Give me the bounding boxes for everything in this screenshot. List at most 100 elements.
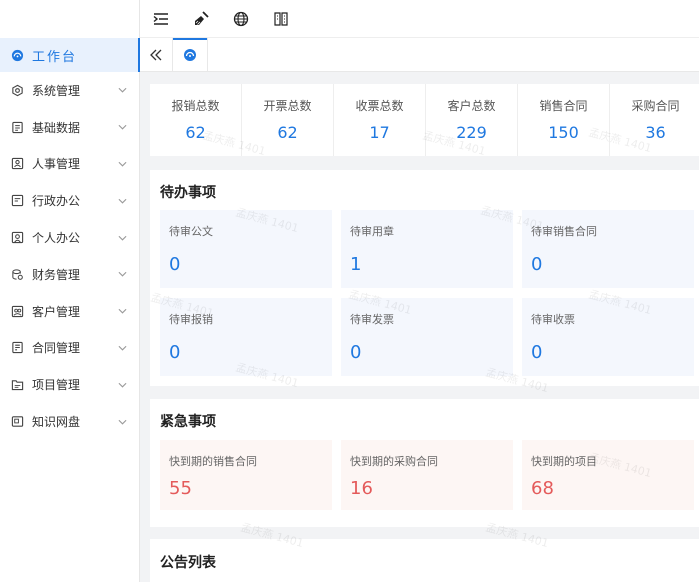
tile-value: 1 — [350, 254, 362, 275]
chevron-down-icon — [118, 125, 127, 130]
stats-bar: 报销总数 62 开票总数 62 收票总数 17 客户总数 229 销售合同 150 采购合… — [150, 84, 699, 156]
stat-label: 销售合同 — [539, 99, 588, 113]
tab-dashboard[interactable] — [172, 37, 208, 72]
sidebar-item-label: 项目管理 — [32, 378, 81, 393]
stat-value: 17 — [369, 123, 390, 142]
todo-card: 待办事项 待审公文 0 待审用章 1 待审销售合同 0 待审报销 0 待审发票 0 待审收… — [150, 170, 699, 386]
personnel-icon — [10, 157, 24, 171]
urgent-tile[interactable]: 快到期的项目 68 — [522, 440, 694, 510]
tile-label: 待审收票 — [531, 313, 575, 326]
finance-icon — [10, 267, 24, 281]
sidebar-item-dashboard[interactable]: 工作台 — [0, 38, 140, 72]
todo-title: 待办事项 — [160, 185, 216, 201]
stat-label: 报销总数 — [171, 99, 220, 113]
chevron-down-icon — [118, 235, 127, 241]
tile-value: 0 — [169, 342, 181, 363]
stat-value: 150 — [548, 123, 579, 142]
sidebar-item-personal-office[interactable]: 个人办公 — [0, 219, 139, 256]
todo-tile[interactable]: 待审公文 0 — [160, 210, 332, 288]
contract-icon — [10, 341, 24, 355]
stat-purchase-contracts[interactable]: 采购合同 36 — [610, 84, 699, 156]
project-icon — [10, 378, 24, 392]
todo-tile[interactable]: 待审报销 0 — [160, 298, 332, 376]
stat-label: 采购合同 — [631, 99, 680, 113]
tile-label: 快到期的销售合同 — [169, 455, 257, 468]
sidebar-item-personnel[interactable]: 人事管理 — [0, 146, 139, 183]
urgent-card: 紧急事项 快到期的销售合同 55 快到期的采购合同 16 快到期的项目 68 — [150, 399, 699, 527]
urgent-tile[interactable]: 快到期的销售合同 55 — [160, 440, 332, 510]
sidebar-item-label: 系统管理 — [32, 83, 81, 98]
tile-label: 快到期的项目 — [531, 455, 597, 468]
stat-label: 客户总数 — [447, 99, 496, 113]
sidebar-item-customer[interactable]: 客户管理 — [0, 293, 139, 330]
tile-value: 0 — [531, 342, 543, 363]
sidebar-item-admin-office[interactable]: 行政办公 — [0, 182, 139, 219]
chevron-down-icon — [118, 161, 127, 167]
sidebar-item-knowledge-disk[interactable]: 知识网盘 — [0, 403, 139, 440]
tile-label: 待审用章 — [350, 225, 394, 238]
todo-tile[interactable]: 待审用章 1 — [341, 210, 513, 288]
tile-value: 0 — [531, 254, 543, 275]
top-toolbar — [140, 0, 699, 38]
sidebar: 工作台 系统管理 基础数据 人事管理 行政办公 个人办公 财务管理 客户管理 合… — [0, 0, 140, 582]
sidebar-item-label: 工作台 — [32, 49, 78, 65]
tile-label: 待审销售合同 — [531, 225, 597, 238]
notice-title: 公告列表 — [160, 555, 216, 571]
tile-label: 待审公文 — [169, 225, 213, 238]
dashboard-icon — [184, 48, 196, 61]
sidebar-item-label: 合同管理 — [32, 341, 81, 356]
todo-tile[interactable]: 待审发票 0 — [341, 298, 513, 376]
sidebar-item-label: 财务管理 — [32, 267, 81, 282]
base-data-icon — [10, 120, 24, 134]
sidebar-item-finance[interactable]: 财务管理 — [0, 256, 139, 293]
stat-invoice-total[interactable]: 开票总数 62 — [242, 84, 334, 156]
sidebar-item-system[interactable]: 系统管理 — [0, 72, 139, 109]
chevron-down-icon — [118, 345, 127, 351]
dashboard-icon — [10, 48, 24, 62]
notice-card: 公告列表 — [150, 539, 699, 582]
sidebar-item-label: 基础数据 — [32, 120, 81, 135]
chevron-down-icon — [118, 308, 127, 314]
clear-cache-broom-icon[interactable] — [192, 10, 210, 28]
chevron-down-icon — [118, 382, 127, 388]
sidebar-item-project[interactable]: 项目管理 — [0, 366, 139, 403]
sidebar-item-label: 知识网盘 — [32, 415, 81, 430]
main-content: 报销总数 62 开票总数 62 收票总数 17 客户总数 229 销售合同 150 采购合… — [140, 72, 699, 582]
stat-label: 开票总数 — [263, 99, 312, 113]
stat-reimbursement-total[interactable]: 报销总数 62 — [150, 84, 242, 156]
chevron-down-icon — [118, 198, 127, 204]
sidebar-item-label: 个人办公 — [32, 231, 81, 246]
tabs-bar — [140, 37, 699, 72]
chevron-down-icon — [118, 272, 127, 277]
admin-office-icon — [10, 194, 24, 208]
tile-label: 待审报销 — [169, 313, 213, 326]
sidebar-item-label: 客户管理 — [32, 304, 81, 319]
fullscreen-book-icon[interactable] — [272, 10, 290, 28]
stat-value: 62 — [277, 123, 298, 142]
menu-fold-icon[interactable] — [152, 10, 170, 28]
language-globe-icon[interactable] — [232, 10, 250, 28]
sidebar-item-label: 人事管理 — [32, 157, 81, 172]
urgent-tile[interactable]: 快到期的采购合同 16 — [341, 440, 513, 510]
todo-tile[interactable]: 待审收票 0 — [522, 298, 694, 376]
sidebar-header — [0, 0, 139, 38]
system-settings-icon — [10, 83, 24, 97]
todo-tile[interactable]: 待审销售合同 0 — [522, 210, 694, 288]
stat-sales-contracts[interactable]: 销售合同 150 — [518, 84, 610, 156]
stat-value: 62 — [185, 123, 206, 142]
personal-office-icon — [10, 231, 24, 245]
chevron-down-icon — [118, 419, 127, 425]
tile-label: 待审发票 — [350, 313, 394, 326]
tile-value: 16 — [350, 478, 373, 499]
sidebar-item-contract[interactable]: 合同管理 — [0, 330, 139, 367]
knowledge-disk-icon — [10, 415, 24, 429]
collapse-tabs-icon[interactable] — [140, 38, 172, 72]
tile-value: 68 — [531, 478, 554, 499]
stat-value: 229 — [456, 123, 487, 142]
tile-value: 0 — [169, 254, 181, 275]
stat-received-invoice-total[interactable]: 收票总数 17 — [334, 84, 426, 156]
stat-customer-total[interactable]: 客户总数 229 — [426, 84, 518, 156]
urgent-title: 紧急事项 — [160, 414, 216, 430]
stat-value: 36 — [645, 123, 666, 142]
sidebar-item-base-data[interactable]: 基础数据 — [0, 109, 139, 146]
